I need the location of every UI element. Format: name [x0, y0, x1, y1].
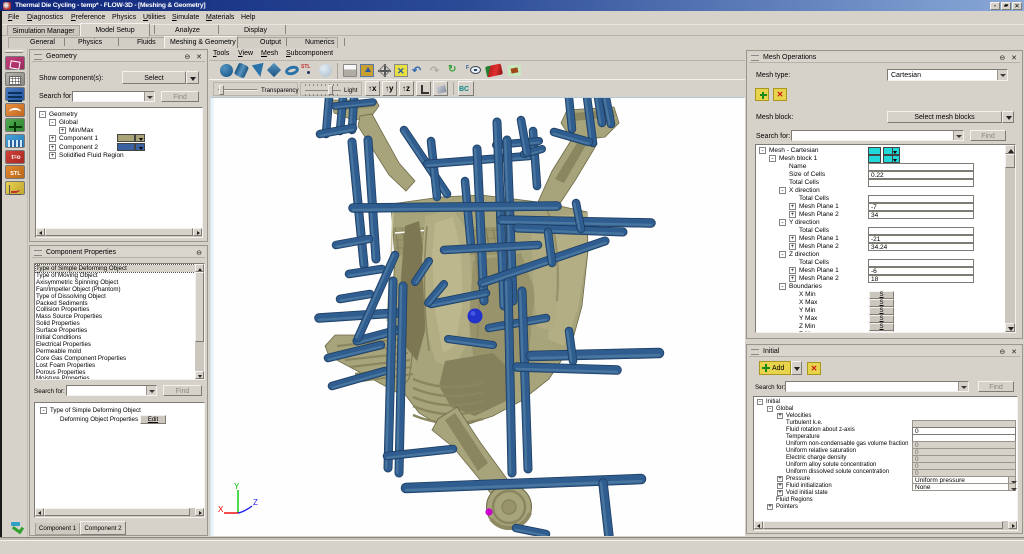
svg-text:X: X	[218, 505, 224, 514]
svg-text:Z: Z	[253, 498, 258, 507]
svg-text:Y: Y	[234, 482, 240, 491]
